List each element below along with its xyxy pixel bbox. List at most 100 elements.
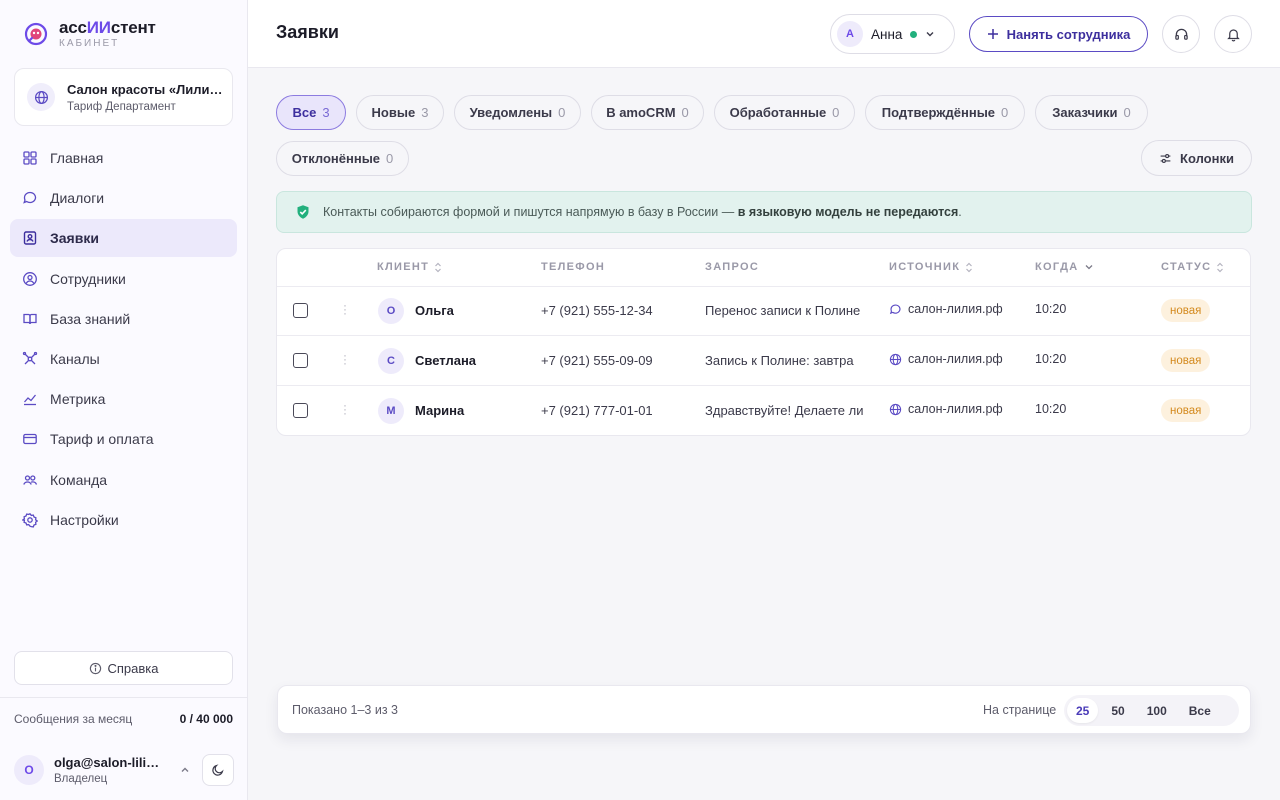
request-time: 10:20 [1035, 352, 1067, 366]
table-row[interactable]: · · · С Светлана +7 (921) 555-09-09 Запись… [277, 336, 1250, 386]
channels-icon [22, 351, 38, 365]
sidebar-item-label: Настройки [50, 511, 119, 528]
client-name: Светлана [415, 353, 477, 368]
filter-chip-customers[interactable]: Заказчики 0 [1035, 95, 1148, 130]
logo[interactable]: ассИИстент КАБИНЕТ [24, 19, 156, 49]
filter-label: Уведомлены [469, 105, 553, 120]
drag-handle-icon[interactable]: · · · [343, 299, 347, 319]
sidebar-item-label: Тариф и оплата [50, 431, 154, 448]
avatar: А [837, 21, 863, 47]
pagination-bar: Показано 1–3 из 3 На странице 25 50 100 … [277, 685, 1251, 734]
sidebar-item-employees[interactable]: Сотрудники [10, 260, 237, 298]
globe-icon [889, 403, 902, 415]
sidebar-item-team[interactable]: Команда [10, 461, 237, 499]
sidebar-item-metrics[interactable]: Метрика [10, 380, 237, 418]
request-text: Здравствуйте! Делаете ли [705, 403, 864, 418]
sidebar-item-channels[interactable]: Каналы [10, 340, 237, 378]
client-phone: +7 (921) 555-12-34 [541, 303, 653, 318]
help-label: Справка [107, 660, 159, 676]
status-badge: новая [1161, 349, 1211, 372]
columns-button[interactable]: Колонки [1141, 140, 1252, 176]
sidebar-item-billing[interactable]: Тариф и оплата [10, 420, 237, 458]
book-icon [23, 313, 37, 324]
avatar: М [378, 398, 404, 424]
page-title: Заявки [276, 22, 339, 42]
column-header-source[interactable]: ИСТОЧНИК [889, 261, 973, 273]
per-page-selector: 25 50 100 Все [1064, 695, 1239, 726]
column-header-client[interactable]: КЛИЕНТ [377, 261, 442, 273]
support-button[interactable] [1162, 15, 1200, 53]
row-checkbox[interactable] [293, 403, 308, 418]
filter-chip-rejected[interactable]: Отклонённые 0 [276, 141, 409, 176]
sidebar-item-label: Метрика [50, 391, 106, 408]
sidebar-item-label: Каналы [50, 350, 100, 367]
brand-subtitle: КАБИНЕТ [59, 38, 120, 49]
company-selector[interactable]: Салон красоты «Лилия» Тариф Департамент [14, 68, 233, 126]
sidebar-nav: Главная Диалоги Заявки Сотрудники База з… [10, 139, 237, 541]
sidebar-item-settings[interactable]: Настройки [10, 501, 237, 539]
moon-icon [212, 764, 224, 776]
filter-chip-new[interactable]: Новые 3 [356, 95, 444, 130]
bell-icon [1226, 28, 1240, 41]
sliders-icon [1160, 153, 1171, 163]
filter-chip-processed[interactable]: Обработанные 0 [714, 95, 855, 130]
card-icon [23, 434, 37, 445]
sidebar-item-dialogs[interactable]: Диалоги [10, 179, 237, 217]
usage-label: Сообщения за месяц [14, 712, 133, 726]
filter-chip-amocrm[interactable]: В amoCRM 0 [591, 95, 704, 130]
sidebar-item-label: Диалоги [50, 190, 105, 207]
filter-chip-confirmed[interactable]: Подтверждённые 0 [865, 95, 1025, 130]
logo-icon [24, 22, 48, 46]
shield-check-icon [297, 205, 309, 219]
column-header-phone: ТЕЛЕФОН [541, 261, 606, 273]
sidebar-item-label: Команда [50, 471, 108, 488]
sidebar-item-knowledge-base[interactable]: База знаний [10, 300, 237, 338]
column-header-request: ЗАПРОС [705, 261, 760, 273]
help-button[interactable]: Справка [14, 651, 233, 685]
per-page-option[interactable]: 100 [1138, 698, 1176, 723]
user-email: olga@salon-liliya.ru [54, 755, 166, 770]
plus-icon [987, 29, 998, 39]
info-icon [89, 662, 101, 674]
table-row[interactable]: · · · О Ольга +7 (921) 555-12-34 Перенос з… [277, 286, 1250, 336]
user-menu[interactable]: O olga@salon-liliya.ru Владелец [14, 750, 234, 790]
drag-handle-icon[interactable]: · · · [343, 399, 347, 419]
table-row[interactable]: · · · М Марина +7 (921) 777-01-01 Здравств… [277, 386, 1250, 435]
client-name: Ольга [415, 303, 454, 318]
column-header-when[interactable]: КОГДА [1035, 261, 1094, 273]
per-page-option[interactable]: 25 [1067, 698, 1099, 723]
requests-table: КЛИЕНТ ТЕЛЕФОН ЗАПРОС ИСТОЧНИК КОГДА СТА… [276, 248, 1251, 436]
filter-chip-notified[interactable]: Уведомлены 0 [454, 95, 581, 130]
row-checkbox[interactable] [293, 353, 308, 368]
sort-icon [1217, 262, 1224, 272]
request-icon [23, 231, 37, 246]
notifications-button[interactable] [1214, 15, 1252, 53]
online-status-dot [910, 30, 918, 38]
theme-toggle-button[interactable] [202, 754, 234, 786]
per-page-option[interactable]: Все [1180, 698, 1220, 723]
chart-icon [24, 394, 37, 406]
filter-label: Все [292, 105, 317, 120]
sidebar-item-label: Главная [50, 150, 104, 166]
filter-chip-all[interactable]: Все 3 [276, 95, 346, 130]
filter-count: 0 [681, 105, 689, 120]
sidebar: ассИИстент КАБИНЕТ Салон красоты «Лилия»… [0, 0, 248, 800]
message-usage: Сообщения за месяц 0 / 40 000 [14, 712, 233, 726]
client-phone: +7 (921) 555-09-09 [541, 353, 653, 368]
sidebar-item-requests[interactable]: Заявки [10, 219, 237, 258]
columns-label: Колонки [1180, 150, 1234, 166]
sidebar-item-label: Сотрудники [50, 270, 126, 287]
per-page-option[interactable]: 50 [1102, 698, 1133, 723]
drag-handle-icon[interactable]: · · · [343, 349, 347, 369]
filter-label: Отклонённые [291, 151, 381, 166]
account-switcher[interactable]: А Анна [830, 14, 955, 54]
row-checkbox[interactable] [293, 303, 308, 318]
request-text: Запись к Полине: завтра [705, 353, 854, 368]
filter-label: Обработанные [729, 105, 827, 120]
column-header-status[interactable]: СТАТУС [1161, 261, 1224, 273]
hire-employee-button[interactable]: Нанять сотрудника [969, 16, 1148, 52]
sidebar-item-home[interactable]: Главная [10, 139, 237, 177]
gear-icon [22, 512, 38, 528]
filter-label: В amoCRM [606, 105, 676, 120]
grid-icon [23, 151, 37, 165]
